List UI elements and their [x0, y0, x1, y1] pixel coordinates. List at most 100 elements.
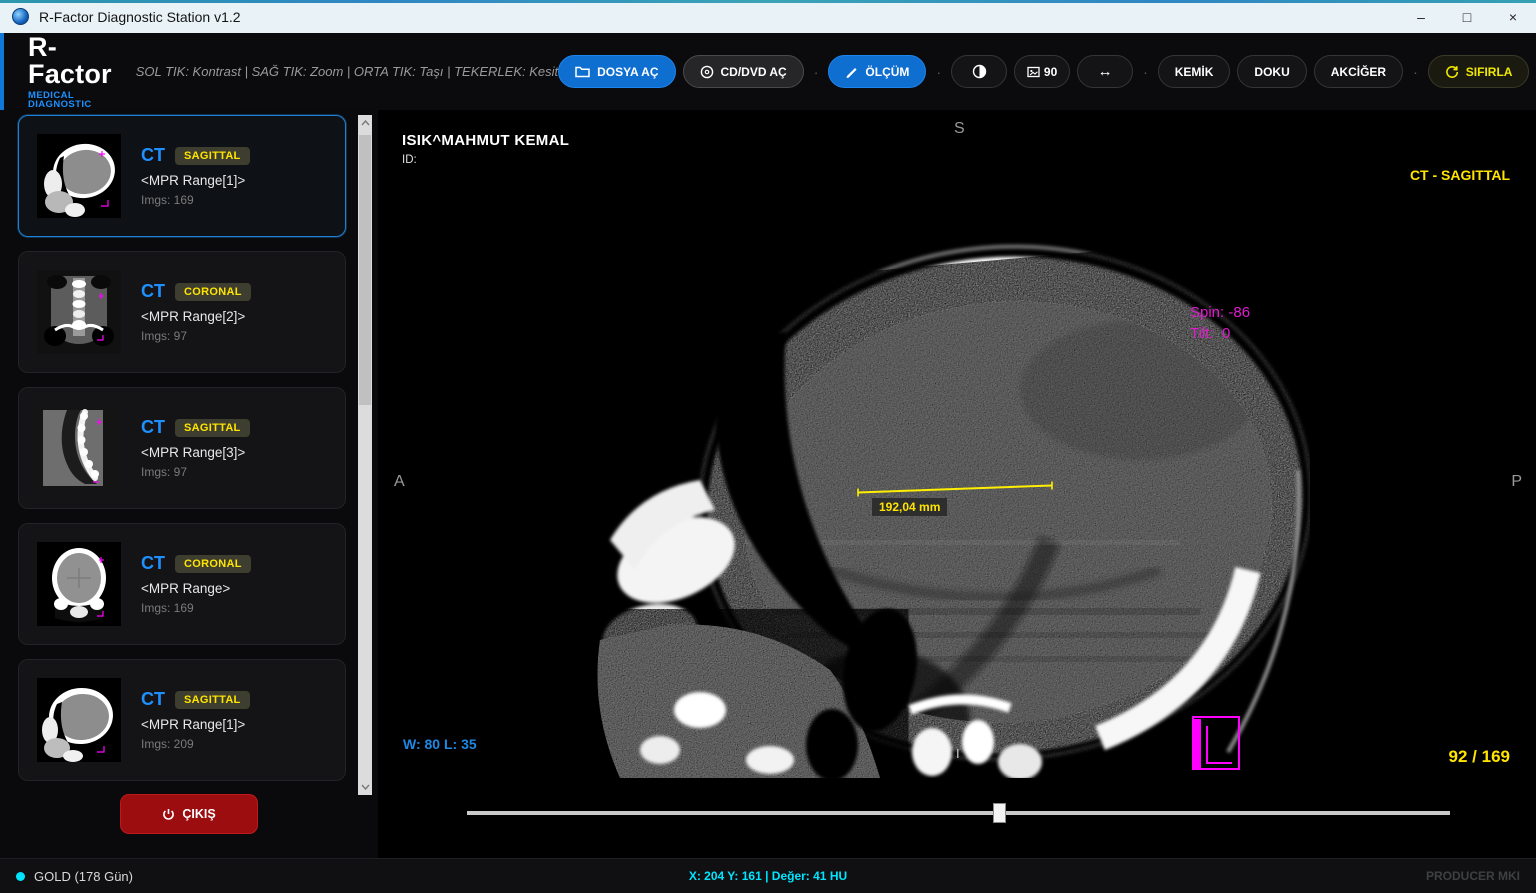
open-file-label: DOSYA AÇ: [597, 65, 658, 79]
series-modality: CT: [141, 553, 165, 574]
series-image-count: Imgs: 209: [141, 737, 250, 751]
series-image-count: Imgs: 97: [141, 329, 251, 343]
window-controls: – □ ×: [1398, 0, 1536, 33]
logo-title: R-Factor: [28, 34, 112, 88]
exit-row: ÇIKIŞ: [0, 794, 378, 850]
series-thumbnail: [37, 406, 121, 490]
slice-slider-track[interactable]: [467, 811, 1450, 815]
series-info: CT SAGITTAL <MPR Range[1]> Imgs: 169: [141, 145, 250, 207]
window-accent-edge: [0, 33, 4, 110]
logo: R-Factor MEDICAL DIAGNOSTIC: [28, 34, 112, 110]
series-plane-badge: CORONAL: [175, 555, 251, 573]
open-cd-label: CD/DVD AÇ: [721, 65, 787, 79]
window-top-accent: [0, 0, 1536, 3]
orientation-inferior: I: [956, 746, 960, 761]
toolbar-separator-dot: ·: [1410, 64, 1421, 80]
toolbar-buttons: DOSYA AÇ CD/DVD AÇ · ÖLÇÜM · 90 ↔ ·: [558, 53, 1536, 91]
measure-button[interactable]: ÖLÇÜM: [828, 55, 926, 88]
series-sidebar: CT SAGITTAL <MPR Range[1]> Imgs: 169 CT …: [0, 110, 378, 858]
application-window: R-Factor Diagnostic Station v1.2 – □ × R…: [0, 0, 1536, 893]
series-card-2[interactable]: CT CORONAL <MPR Range[2]> Imgs: 97: [18, 251, 346, 373]
series-range: <MPR Range[1]>: [141, 717, 250, 732]
series-modality: CT: [141, 689, 165, 710]
series-card-4[interactable]: CT CORONAL <MPR Range> Imgs: 169: [18, 523, 346, 645]
series-plane-badge: SAGITTAL: [175, 147, 250, 165]
series-range: <MPR Range[3]>: [141, 445, 250, 460]
scroll-down-arrow[interactable]: [358, 779, 372, 795]
series-thumbnail: [37, 542, 121, 626]
image-viewport[interactable]: ISIK^MAHMUT KEMAL ID: S A P I CT - SAGIT…: [378, 110, 1536, 858]
tissue-label: DOKU: [1254, 65, 1289, 79]
bone-preset-button[interactable]: KEMİK: [1158, 55, 1231, 88]
series-range: <MPR Range[2]>: [141, 309, 251, 324]
close-button[interactable]: ×: [1490, 0, 1536, 33]
series-card-1[interactable]: CT SAGITTAL <MPR Range[1]> Imgs: 169: [18, 115, 346, 237]
invert-contrast-button[interactable]: [951, 55, 1007, 88]
scrollbar-thumb[interactable]: [359, 135, 371, 405]
toolbar-separator-dot: ·: [811, 64, 822, 80]
series-card-5[interactable]: CT SAGITTAL <MPR Range[1]> Imgs: 209: [18, 659, 346, 781]
series-modality: CT: [141, 417, 165, 438]
series-modality: CT: [141, 145, 165, 166]
toolbar-separator-dot: ·: [1140, 64, 1151, 80]
toolbar: R-Factor MEDICAL DIAGNOSTIC SOL TIK: Kon…: [0, 33, 1536, 110]
measure-label: ÖLÇÜM: [865, 65, 909, 79]
measurement-value[interactable]: 192,04 mm: [872, 498, 947, 516]
reset-icon: [1445, 65, 1459, 79]
lung-label: AKCİĞER: [1331, 65, 1386, 79]
disc-icon: [700, 65, 714, 79]
sidebar-scrollbar[interactable]: [358, 115, 372, 795]
flip-icon: ↔: [1098, 63, 1113, 80]
series-info: CT CORONAL <MPR Range> Imgs: 169: [141, 553, 251, 615]
window-level-value: W: 80 L: 35: [403, 736, 477, 752]
orientation-anterior: A: [394, 473, 405, 491]
open-file-button[interactable]: DOSYA AÇ: [558, 55, 675, 88]
maximize-button[interactable]: □: [1444, 0, 1490, 33]
series-image-count: Imgs: 169: [141, 193, 250, 207]
series-range: <MPR Range>: [141, 581, 251, 596]
roi-annotation[interactable]: [1192, 716, 1240, 770]
rotate-90-button[interactable]: 90: [1014, 55, 1070, 88]
tilt-value: Tilt: 0: [1190, 325, 1230, 342]
window-title: R-Factor Diagnostic Station v1.2: [39, 9, 241, 25]
status-bar: GOLD (178 Gün) X: 204 Y: 161 | Değer: 41…: [0, 858, 1536, 893]
pencil-icon: [845, 65, 858, 78]
cursor-info: X: 204 Y: 161 | Değer: 41 HU: [0, 869, 1536, 883]
power-icon: [162, 808, 175, 821]
series-info: CT CORONAL <MPR Range[2]> Imgs: 97: [141, 281, 251, 343]
toolbar-separator-dot: ·: [933, 64, 944, 80]
series-plane-badge: SAGITTAL: [175, 691, 250, 709]
folder-icon: [575, 65, 590, 78]
series-modality: CT: [141, 281, 165, 302]
series-thumbnail: [37, 134, 121, 218]
app-icon: [12, 8, 29, 25]
series-info: CT SAGITTAL <MPR Range[1]> Imgs: 209: [141, 689, 250, 751]
measurement-line[interactable]: [854, 478, 1060, 498]
exit-button[interactable]: ÇIKIŞ: [120, 794, 258, 834]
slice-counter: 92 / 169: [1449, 747, 1510, 767]
flip-horizontal-button[interactable]: ↔: [1077, 55, 1133, 88]
series-thumbnail: [37, 678, 121, 762]
series-range: <MPR Range[1]>: [141, 173, 250, 188]
rotate-90-label: 90: [1044, 65, 1057, 79]
exit-label: ÇIKIŞ: [182, 807, 215, 821]
spin-value: Spin: -86: [1190, 304, 1250, 321]
reset-button[interactable]: SIFIRLA: [1428, 55, 1530, 88]
scroll-up-arrow[interactable]: [358, 115, 372, 131]
rotate-image-icon: [1027, 66, 1040, 78]
slice-slider-handle[interactable]: [993, 803, 1006, 823]
series-thumbnail: [37, 270, 121, 354]
series-card-3[interactable]: CT SAGITTAL <MPR Range[3]> Imgs: 97: [18, 387, 346, 509]
tissue-preset-button[interactable]: DOKU: [1237, 55, 1306, 88]
series-info: CT SAGITTAL <MPR Range[3]> Imgs: 97: [141, 417, 250, 479]
mouse-hint-text: SOL TIK: Kontrast | SAĞ TIK: Zoom | ORTA…: [136, 64, 558, 79]
series-plane-badge: CORONAL: [175, 283, 251, 301]
reset-label: SIFIRLA: [1466, 65, 1513, 79]
lung-preset-button[interactable]: AKCİĞER: [1314, 55, 1403, 88]
series-plane-badge: SAGITTAL: [175, 419, 250, 437]
minimize-button[interactable]: –: [1398, 0, 1444, 33]
patient-name: ISIK^MAHMUT KEMAL: [402, 132, 569, 149]
patient-id-label: ID:: [402, 154, 417, 166]
open-cd-button[interactable]: CD/DVD AÇ: [683, 55, 804, 88]
series-image-count: Imgs: 169: [141, 601, 251, 615]
